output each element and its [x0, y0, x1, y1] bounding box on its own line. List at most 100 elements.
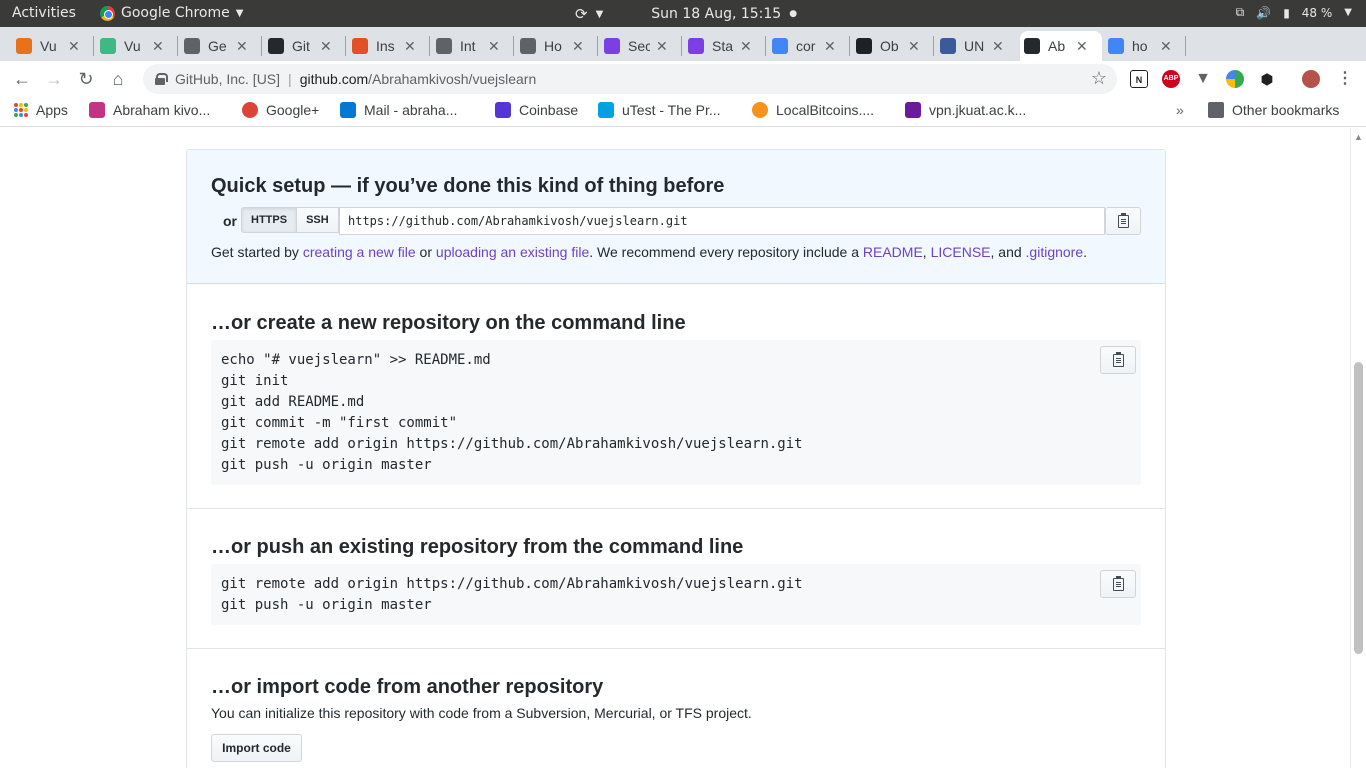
- tab-favicon-icon: [100, 38, 116, 54]
- profile-avatar[interactable]: [1302, 70, 1320, 88]
- protocol-toggle: HTTPS SSH: [241, 207, 339, 233]
- bookmark-star-icon[interactable]: ☆: [1091, 68, 1107, 89]
- home-icon[interactable]: ⌂: [106, 67, 130, 91]
- tab-separator: [681, 36, 682, 56]
- browser-tab[interactable]: Sec ✕: [600, 31, 682, 61]
- browser-tab[interactable]: Sta ✕: [684, 31, 766, 61]
- browser-tab[interactable]: Ho ✕: [516, 31, 598, 61]
- creating-new-file-link[interactable]: creating a new file: [303, 244, 416, 260]
- lede-text: Get started by: [211, 244, 303, 260]
- tab-favicon-icon: [856, 38, 872, 54]
- bookmark-item[interactable]: vpn.jkuat.ac.k...: [905, 102, 1026, 118]
- tab-title: Git: [292, 38, 310, 54]
- clock-menu[interactable]: ⟳ ▼ Sun 18 Aug, 15:15 ●: [575, 5, 797, 23]
- menu-icon[interactable]: ⋮: [1336, 70, 1354, 88]
- gitignore-link[interactable]: .gitignore: [1026, 244, 1084, 260]
- close-tab-icon[interactable]: ✕: [656, 38, 668, 55]
- readme-link[interactable]: README: [863, 244, 923, 260]
- tab-separator: [93, 36, 94, 56]
- close-tab-icon[interactable]: ✕: [404, 38, 416, 55]
- ssh-button[interactable]: SSH: [297, 207, 339, 233]
- browser-tab[interactable]: Ob ✕: [852, 31, 934, 61]
- reload-icon[interactable]: ↻: [74, 67, 98, 91]
- lock-icon[interactable]: [155, 73, 168, 85]
- close-tab-icon[interactable]: ✕: [68, 38, 80, 55]
- close-tab-icon[interactable]: ✕: [908, 38, 920, 55]
- cube-extension-icon[interactable]: ⬢: [1258, 70, 1276, 88]
- close-tab-icon[interactable]: ✕: [320, 38, 332, 55]
- bookmark-label: vpn.jkuat.ac.k...: [929, 102, 1027, 118]
- close-tab-icon[interactable]: ✕: [152, 38, 164, 55]
- browser-tab[interactable]: Git ✕: [264, 31, 346, 61]
- app-name: Google Chrome: [121, 5, 230, 21]
- browser-tab[interactable]: Ge ✕: [180, 31, 262, 61]
- close-tab-icon[interactable]: ✕: [824, 38, 836, 55]
- divider: |: [288, 71, 292, 87]
- tab-strip: Vu ✕ Vu ✕ Ge ✕ Git ✕ Ins ✕ Int ✕ Ho ✕ Sec ✕ Sta ✕ cor ✕ Ob ✕ U…: [0, 27, 1366, 82]
- browser-toolbar: ← → ↻ ⌂ GitHub, Inc. [US] | github.com/A…: [0, 61, 1366, 97]
- copy-new-repo-button[interactable]: [1100, 346, 1136, 374]
- clone-url-input[interactable]: https://github.com/Abrahamkivosh/vuejsle…: [339, 207, 1105, 235]
- license-link[interactable]: LICENSE: [931, 244, 991, 260]
- bookmark-item[interactable]: uTest - The Pr...: [598, 102, 721, 118]
- notification-dot-icon: ●: [789, 9, 798, 19]
- address-bar[interactable]: GitHub, Inc. [US] | github.com/Abrahamki…: [143, 64, 1117, 94]
- tab-separator: [261, 36, 262, 56]
- scroll-up-icon[interactable]: ▲: [1354, 132, 1363, 142]
- notion-extension-icon[interactable]: N: [1130, 70, 1148, 88]
- push-existing-code[interactable]: git remote add origin https://github.com…: [211, 564, 1141, 625]
- tab-separator: [177, 36, 178, 56]
- tab-favicon-icon: [268, 38, 284, 54]
- browser-tab[interactable]: Vu ✕: [96, 31, 178, 61]
- import-code-button[interactable]: Import code: [211, 734, 302, 762]
- clipboard-icon: [1112, 575, 1124, 591]
- browser-tab[interactable]: cor ✕: [768, 31, 850, 61]
- browser-tab[interactable]: UN ✕: [936, 31, 1018, 61]
- bookmark-item[interactable]: Apps: [14, 102, 68, 118]
- forward-icon[interactable]: →: [42, 67, 66, 91]
- bookmark-favicon-icon: [242, 102, 258, 118]
- bookmark-label: Abraham kivo...: [113, 102, 211, 118]
- close-tab-icon[interactable]: ✕: [572, 38, 584, 55]
- bookmark-item[interactable]: Google+: [242, 102, 319, 118]
- vue-devtools-extension-icon[interactable]: ▼: [1194, 70, 1212, 88]
- close-tab-icon[interactable]: ✕: [236, 38, 248, 55]
- system-tray[interactable]: ⧉ 🔊 ▮ 48 % ▼: [1236, 5, 1352, 20]
- battery-level: 48 %: [1301, 5, 1333, 20]
- page-scrollbar[interactable]: ▲: [1350, 128, 1366, 768]
- other-bookmarks[interactable]: Other bookmarks: [1208, 102, 1339, 118]
- activities-button[interactable]: Activities: [12, 5, 76, 21]
- copy-push-existing-button[interactable]: [1100, 570, 1136, 598]
- globe-extension-icon[interactable]: [1226, 70, 1244, 88]
- more-bookmarks-icon[interactable]: »: [1176, 102, 1184, 118]
- url-path: /Abrahamkivosh/vuejslearn: [368, 71, 537, 87]
- https-button[interactable]: HTTPS: [241, 207, 298, 233]
- upload-file-link[interactable]: uploading an existing file: [436, 244, 589, 260]
- browser-tab[interactable]: ho ✕: [1104, 31, 1186, 61]
- tab-title: Int: [460, 38, 476, 54]
- browser-tab[interactable]: Vu ✕: [12, 31, 94, 61]
- bookmark-favicon-icon: [340, 102, 356, 118]
- copy-url-button[interactable]: [1105, 207, 1141, 235]
- bookmark-item[interactable]: Mail - abraha...: [340, 102, 457, 118]
- scrollbar-thumb[interactable]: [1354, 362, 1363, 654]
- browser-tab[interactable]: Int ✕: [432, 31, 514, 61]
- bookmark-item[interactable]: LocalBitcoins....: [752, 102, 874, 118]
- close-tab-icon[interactable]: ✕: [488, 38, 500, 55]
- adblock-extension-icon[interactable]: ABP: [1162, 70, 1180, 88]
- close-tab-icon[interactable]: ✕: [1160, 38, 1172, 55]
- tab-separator: [345, 36, 346, 56]
- browser-tab[interactable]: Ab ✕: [1020, 31, 1102, 61]
- bookmark-item[interactable]: Coinbase: [495, 102, 578, 118]
- clipboard-icon: [1117, 212, 1129, 228]
- close-tab-icon[interactable]: ✕: [1076, 38, 1088, 55]
- close-tab-icon[interactable]: ✕: [992, 38, 1004, 55]
- app-menu[interactable]: Google Chrome ▼: [100, 5, 243, 21]
- new-repo-code[interactable]: echo "# vuejslearn" >> README.md git ini…: [211, 340, 1141, 485]
- browser-tab[interactable]: Ins ✕: [348, 31, 430, 61]
- bookmark-item[interactable]: Abraham kivo...: [89, 102, 210, 118]
- back-icon[interactable]: ←: [10, 67, 34, 91]
- close-tab-icon[interactable]: ✕: [740, 38, 752, 55]
- tab-separator: [597, 36, 598, 56]
- url-host: github.com: [299, 71, 369, 87]
